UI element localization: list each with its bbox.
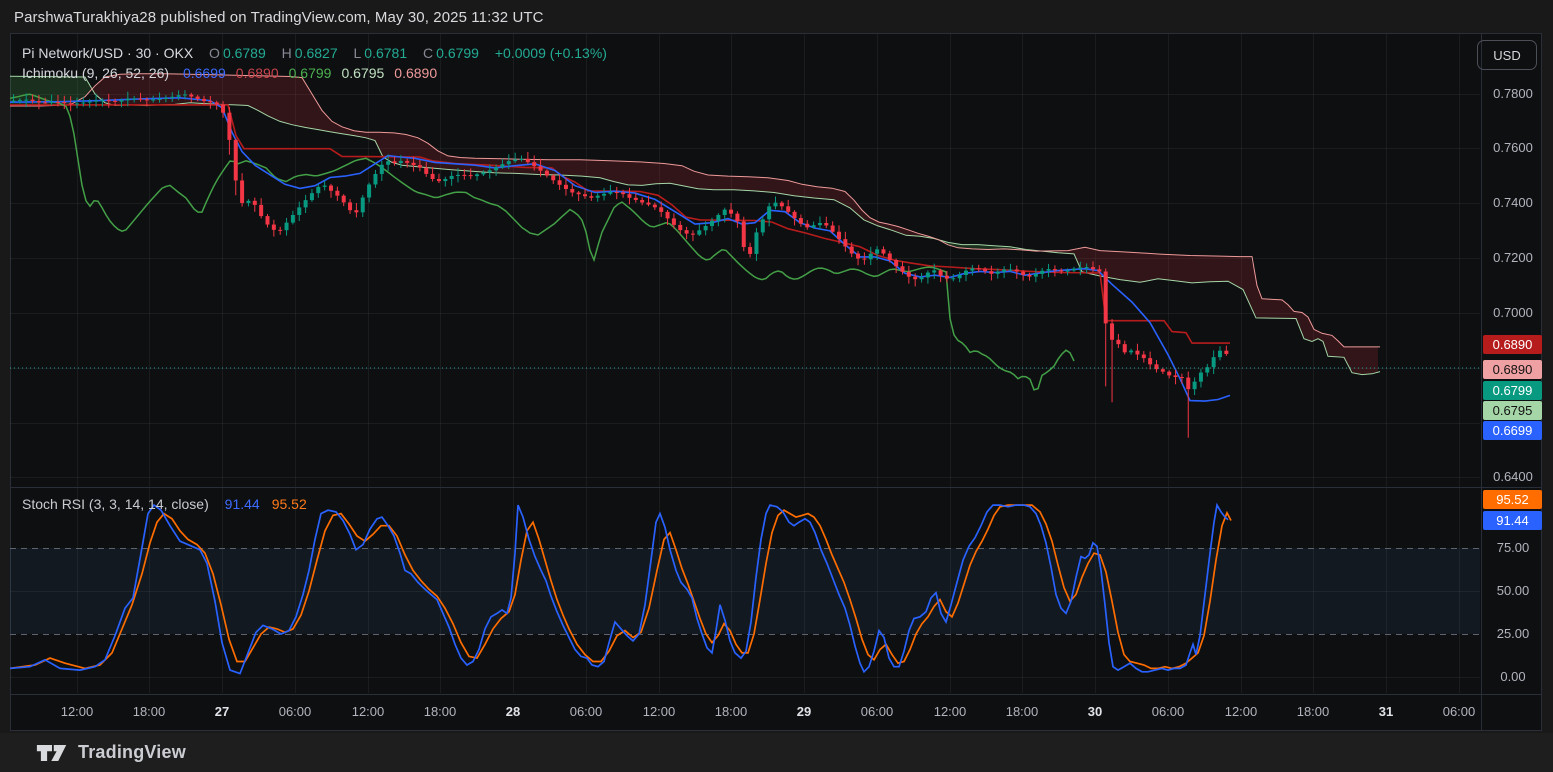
change-value: +0.0009 (+0.13%)	[495, 45, 607, 61]
tradingview-brand[interactable]: TradingView	[78, 742, 186, 763]
open-value: 0.6789	[223, 45, 266, 61]
stoch-tick-label: 25.00	[1484, 626, 1542, 641]
high-value: 0.6827	[295, 45, 338, 61]
close-value: 0.6799	[436, 45, 479, 61]
price-label-badge: 0.6795	[1483, 401, 1542, 420]
price-tick-label: 0.7400	[1484, 195, 1542, 210]
time-tick-label: 18:00	[1297, 704, 1330, 719]
ichimoku-value: 0.6699	[183, 65, 226, 81]
price-label-badge: 0.6799	[1483, 381, 1542, 400]
symbol-title[interactable]: Pi Network/USD · 30 · OKX	[22, 45, 193, 61]
lead-a-line	[10, 76, 1380, 374]
time-tick-label: 30	[1088, 704, 1102, 719]
price-label-badge: 95.52	[1483, 490, 1542, 509]
time-tick-label: 28	[506, 704, 520, 719]
close-label: C	[423, 45, 433, 61]
price-tick-label: 0.7800	[1484, 86, 1542, 101]
tradingview-logo-icon[interactable]	[36, 741, 68, 765]
time-tick-label: 18:00	[133, 704, 166, 719]
open-label: O	[209, 45, 220, 61]
ichimoku-values: 0.6699 0.6890 0.6799 0.6795 0.6890	[176, 65, 440, 81]
low-label: L	[354, 45, 362, 61]
time-tick-label: 12:00	[61, 704, 94, 719]
time-tick-label: 12:00	[643, 704, 676, 719]
time-tick-label: 31	[1379, 704, 1393, 719]
conversion-line	[10, 98, 1230, 401]
time-tick-label: 12:00	[1225, 704, 1258, 719]
ichimoku-title[interactable]: Ichimoku (9, 26, 52, 26)	[22, 65, 169, 81]
time-tick-label: 18:00	[715, 704, 748, 719]
time-tick-label: 18:00	[1006, 704, 1039, 719]
lagging-span-line	[10, 94, 1074, 390]
low-value: 0.6781	[364, 45, 407, 61]
ichimoku-value: 0.6799	[289, 65, 332, 81]
price-label-badge: 0.6699	[1483, 421, 1542, 440]
stoch-tick-label: 0.00	[1484, 669, 1542, 684]
time-tick-label: 12:00	[934, 704, 967, 719]
time-tick-label: 06:00	[570, 704, 603, 719]
stoch-values: 91.44 95.52	[216, 496, 310, 512]
stoch-value: 91.44	[225, 496, 260, 512]
stoch-legend: Stoch RSI (3, 3, 14, 14, close) 91.44 95.…	[22, 496, 313, 512]
time-tick-label: 06:00	[1443, 704, 1476, 719]
chart-canvas[interactable]	[0, 0, 1553, 772]
price-tick-label: 0.7200	[1484, 250, 1542, 265]
price-tick-label: 0.7600	[1484, 140, 1542, 155]
footer-bar: TradingView	[0, 733, 1553, 772]
high-label: H	[282, 45, 292, 61]
time-tick-label: 06:00	[861, 704, 894, 719]
price-tick-label: 0.7000	[1484, 305, 1542, 320]
snapshot-page: ParshwaTurakhiya28 published on TradingV…	[0, 0, 1553, 772]
base-line	[10, 105, 1230, 343]
price-label-badge: 0.6890	[1483, 360, 1542, 379]
stoch-tick-label: 75.00	[1484, 540, 1542, 555]
time-tick-label: 12:00	[352, 704, 385, 719]
stoch-tick-label: 50.00	[1484, 583, 1542, 598]
price-label-badge: 91.44	[1483, 511, 1542, 530]
price-tick-label: 0.6400	[1484, 469, 1542, 484]
stoch-title[interactable]: Stoch RSI (3, 3, 14, 14, close)	[22, 496, 209, 512]
price-label-badge: 0.6890	[1483, 335, 1542, 354]
time-tick-label: 27	[215, 704, 229, 719]
time-tick-label: 06:00	[1152, 704, 1185, 719]
ichimoku-value: 0.6795	[341, 65, 384, 81]
stoch-value: 95.52	[272, 496, 307, 512]
time-tick-label: 29	[797, 704, 811, 719]
symbol-legend: Pi Network/USD · 30 · OKX O0.6789 H0.682…	[22, 45, 610, 61]
stoch-band	[10, 548, 1480, 634]
candles	[12, 90, 1229, 438]
ichimoku-legend: Ichimoku (9, 26, 52, 26) 0.66990.68900.6…	[22, 65, 443, 81]
time-tick-label: 06:00	[279, 704, 312, 719]
ichimoku-value: 0.6890	[394, 65, 437, 81]
time-tick-label: 18:00	[424, 704, 457, 719]
lead-b-line	[10, 74, 1380, 347]
ichimoku-value: 0.6890	[236, 65, 279, 81]
currency-toggle-button[interactable]: USD	[1477, 40, 1537, 70]
